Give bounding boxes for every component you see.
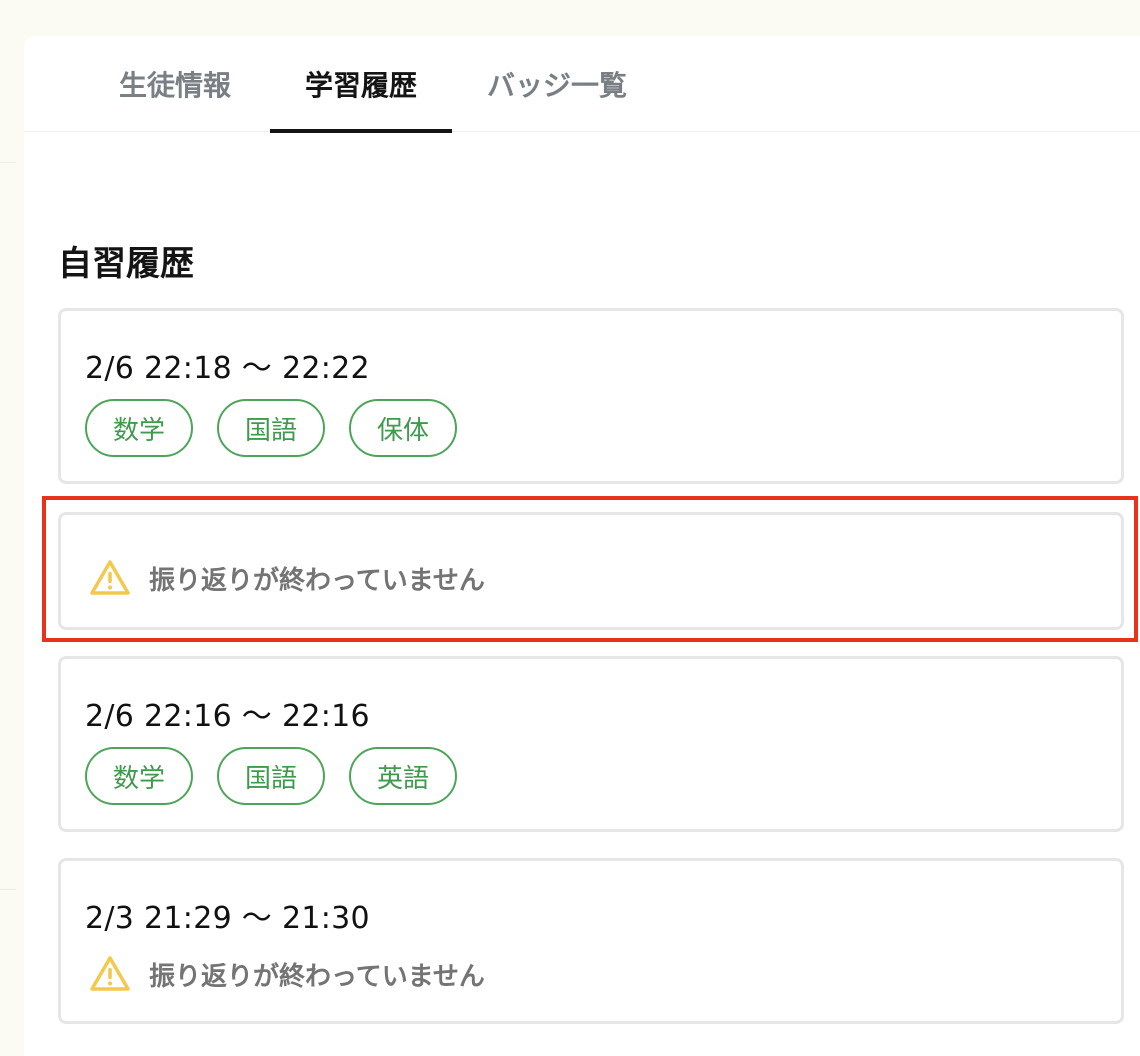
warning-triangle-icon	[90, 560, 130, 595]
subject-tag: 数学	[85, 399, 193, 457]
session-time: 2/6 22:16 〜 22:16	[85, 699, 370, 734]
warning-text: 振り返りが終わっていません	[149, 565, 485, 596]
section-title: 自習履歴	[58, 244, 194, 284]
sidebar-divider	[0, 162, 16, 163]
left-sidebar-edge	[0, 36, 16, 1040]
subject-tag: 国語	[217, 399, 325, 457]
session-time: 2/6 22:18 〜 22:22	[85, 351, 370, 386]
reflection-warning: 振り返りが終わっていません	[89, 955, 485, 993]
warning-triangle-icon	[90, 956, 130, 991]
study-session-card[interactable]: 2/3 21:29 〜 21:30 振り返りが終わっていません	[58, 858, 1124, 1024]
subject-tag: 数学	[85, 747, 193, 805]
subject-tag: 英語	[349, 747, 457, 805]
warning-text: 振り返りが終わっていません	[149, 961, 485, 992]
study-session-card[interactable]: 2/6 22:16 〜 22:16 数学 国語 英語	[58, 656, 1124, 832]
tab-learning-history[interactable]: 学習履歴	[270, 36, 452, 133]
session-time: 2/3 21:29 〜 21:30	[85, 901, 370, 936]
subject-tag: 国語	[217, 747, 325, 805]
subject-tags: 数学 国語 英語	[85, 747, 457, 805]
subject-tags: 数学 国語 保体	[85, 399, 457, 457]
reflection-warning: 振り返りが終わっていません	[89, 559, 485, 597]
tab-badge-list[interactable]: バッジ一覧	[476, 36, 638, 132]
tab-bar: 生徒情報 学習履歴 バッジ一覧	[24, 36, 1140, 133]
tab-student-info[interactable]: 生徒情報	[108, 36, 242, 132]
sidebar-divider	[0, 889, 16, 890]
study-session-card[interactable]: 振り返りが終わっていません	[58, 512, 1124, 630]
study-session-card[interactable]: 2/6 22:18 〜 22:22 数学 国語 保体	[58, 308, 1124, 484]
student-detail-panel: 生徒情報 学習履歴 バッジ一覧 自習履歴 2/6 22:18 〜 22:22 数…	[24, 36, 1140, 1056]
subject-tag: 保体	[349, 399, 457, 457]
